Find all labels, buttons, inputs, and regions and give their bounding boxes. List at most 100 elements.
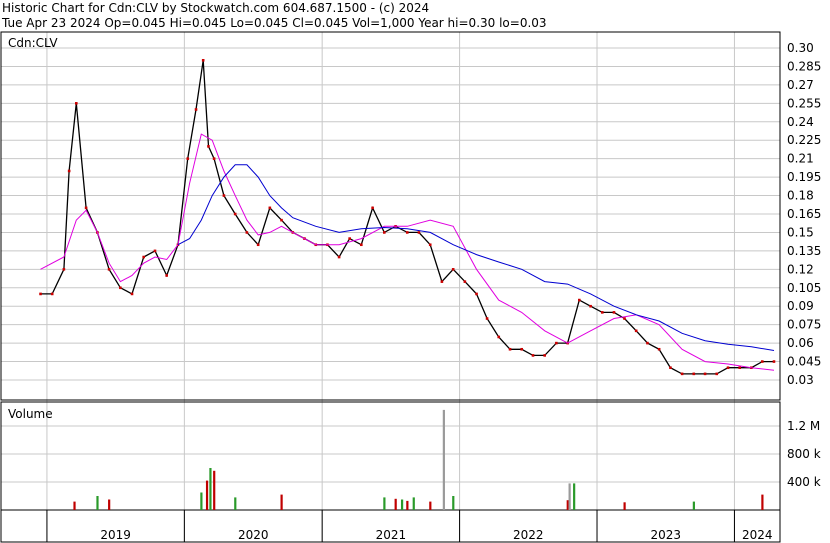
price-close-marker	[715, 372, 719, 376]
price-tick-label: 0.15	[787, 225, 814, 239]
year-label: 2023	[650, 528, 681, 542]
chart-grid	[1, 32, 780, 542]
price-tick-label: 0.195	[787, 170, 821, 184]
price-axis: 0.30 0.285 0.27 0.255 0.24 0.225 0.21 0.195 0.18…	[787, 41, 821, 387]
volume-bar	[442, 409, 445, 510]
price-tick-label: 0.255	[787, 96, 821, 110]
volume-bars	[73, 409, 764, 510]
price-close-marker	[692, 372, 696, 376]
price-close-marker	[475, 292, 478, 296]
year-label: 2024	[742, 528, 773, 542]
price-close-marker	[50, 292, 54, 296]
price-close-marker	[520, 347, 524, 351]
volume-tick-label: 800 k	[787, 447, 821, 461]
price-tick-label: 0.06	[787, 336, 814, 350]
price-close-marker	[772, 360, 776, 363]
volume-bar	[623, 502, 626, 510]
volume-panel-frame	[0, 401, 781, 511]
price-close-marker	[485, 317, 489, 320]
year-label: 2019	[100, 528, 131, 542]
price-close-marker	[508, 347, 512, 351]
price-tick-label: 0.285	[787, 59, 821, 73]
price-close-marker	[119, 286, 122, 290]
volume-bar	[429, 501, 432, 510]
price-tick-label: 0.075	[787, 318, 821, 332]
volume-bar	[566, 500, 569, 510]
year-axis: 2019 2020 2021 2022 2023 2024	[46, 510, 773, 542]
volume-axis: 1.2 M 800 k 400 k	[787, 419, 821, 489]
price-tick-label: 0.18	[787, 189, 814, 203]
price-tick-label: 0.21	[787, 152, 814, 166]
price-close-marker	[107, 268, 111, 271]
price-close-marker	[62, 268, 66, 271]
price-close-marker	[634, 329, 638, 333]
price-tick-label: 0.03	[787, 373, 814, 387]
price-close-marker	[142, 255, 145, 259]
volume-tick-label: 1.2 M	[787, 419, 820, 433]
price-tick-label: 0.24	[787, 115, 814, 129]
price-panel-frame	[0, 31, 781, 401]
price-close-marker	[669, 366, 672, 370]
volume-bar	[394, 498, 397, 510]
price-close-marker	[623, 317, 626, 320]
volume-bar	[412, 497, 415, 510]
price-close-marker	[405, 231, 409, 234]
price-close-marker	[153, 249, 157, 253]
series-ma-short-line	[40, 133, 775, 371]
volume-bar	[452, 496, 455, 510]
price-close-marker	[738, 366, 742, 370]
volume-bar	[568, 483, 571, 510]
price-close-marker	[761, 360, 764, 363]
volume-bar	[280, 494, 283, 510]
volume-label: Volume	[8, 407, 53, 421]
price-tick-label: 0.105	[787, 281, 821, 295]
volume-bar	[96, 496, 99, 510]
price-close-marker	[75, 102, 78, 105]
price-close-marker	[233, 212, 237, 216]
symbol-label: Cdn:CLV	[8, 36, 58, 50]
price-tick-label: 0.30	[787, 41, 814, 55]
price-close-marker	[67, 169, 71, 173]
year-label: 2020	[238, 528, 269, 542]
price-close-marker	[212, 157, 216, 160]
price-tick-label: 0.165	[787, 207, 821, 221]
price-tick-label: 0.27	[787, 78, 814, 92]
price-close-marker	[703, 372, 707, 376]
price-close-marker	[39, 292, 42, 296]
price-close-marker	[348, 237, 351, 240]
price-close-marker	[440, 280, 444, 283]
price-close-marker	[194, 108, 198, 111]
price-close-marker	[207, 145, 210, 148]
price-close-marker	[130, 292, 134, 296]
volume-bar	[205, 480, 209, 510]
price-close-marker	[360, 243, 363, 247]
price-close-marker	[256, 243, 260, 247]
volume-bar	[761, 494, 764, 510]
price-close-marker	[463, 280, 467, 283]
year-label: 2022	[513, 528, 544, 542]
price-close-marker	[543, 354, 546, 357]
price-tick-label: 0.045	[787, 355, 821, 369]
price-close-marker	[428, 243, 432, 247]
price-close-marker	[84, 206, 88, 210]
price-close-marker	[165, 274, 168, 277]
price-close-marker	[371, 206, 374, 210]
price-close-marker	[578, 298, 581, 302]
volume-bar	[406, 500, 409, 510]
volume-tick-label: 400 k	[787, 475, 821, 489]
price-close-marker	[600, 311, 604, 314]
price-close-marker	[555, 341, 558, 345]
price-close-marker	[451, 268, 455, 271]
price-close-marker	[201, 58, 205, 62]
volume-bar	[209, 468, 212, 510]
volume-bar	[213, 470, 216, 510]
volume-bar	[108, 499, 111, 510]
price-close-marker	[612, 311, 616, 314]
price-tick-label: 0.12	[787, 262, 814, 276]
volume-bar	[400, 499, 404, 510]
price-close-marker	[417, 231, 421, 234]
price-close-marker	[268, 206, 272, 210]
price-close-marker	[497, 335, 501, 339]
price-tick-label: 0.225	[787, 133, 821, 147]
price-close-marker	[245, 231, 249, 234]
